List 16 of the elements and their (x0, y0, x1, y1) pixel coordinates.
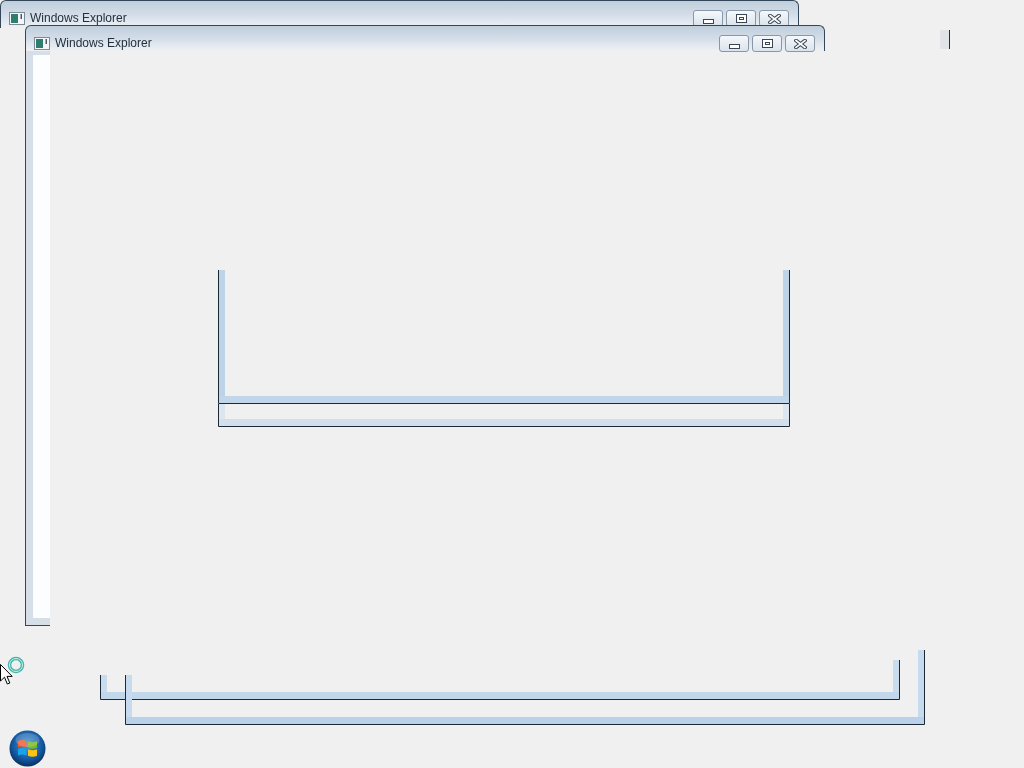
window-title: Windows Explorer (30, 10, 127, 26)
windows-logo-icon (9, 730, 46, 767)
mouse-pointer-icon (0, 664, 13, 685)
minimize-button[interactable] (719, 35, 749, 52)
close-button[interactable] (785, 35, 815, 52)
window-icon (34, 37, 50, 50)
start-button[interactable] (9, 730, 46, 767)
window-title: Windows Explorer (55, 35, 152, 51)
maximize-button[interactable] (752, 35, 782, 52)
busy-ring-icon (7, 656, 25, 674)
text-caret-icon (940, 30, 950, 49)
close-icon (793, 38, 807, 49)
window-icon (9, 12, 25, 25)
maximize-icon (735, 14, 747, 23)
maximize-icon (761, 39, 773, 48)
minimize-icon (728, 44, 740, 49)
